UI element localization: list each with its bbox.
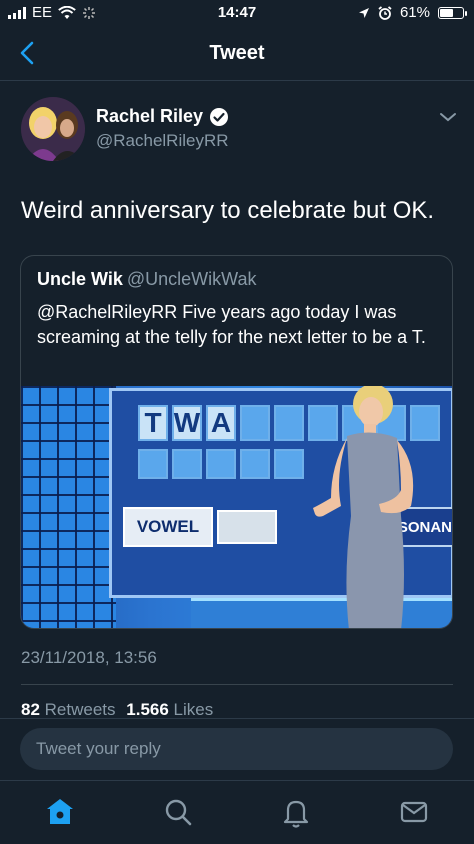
chevron-down-icon[interactable] [438, 110, 458, 124]
battery-percent: 61% [399, 4, 430, 21]
presenter-figure [313, 386, 414, 628]
battery-icon [438, 6, 467, 19]
empty-tile [172, 449, 202, 479]
quoted-tweet-image[interactable]: T W A VOWEL NSONANT [21, 386, 452, 628]
tweet-timestamp: 23/11/2018, 13:56 [21, 648, 157, 667]
retweets-label[interactable]: Retweets [45, 700, 116, 719]
nav-header: Tweet [0, 28, 474, 81]
author-name[interactable]: Rachel Riley [96, 106, 203, 127]
quoted-author-handle: @UncleWikWak [126, 269, 257, 289]
empty-tile [206, 449, 236, 479]
author-name-row[interactable]: Rachel Riley [96, 106, 229, 127]
vowel-sign: VOWEL [123, 507, 213, 547]
notifications-icon[interactable] [279, 795, 313, 829]
letter-tile: W [172, 405, 202, 441]
likes-count[interactable]: 1.566 [126, 700, 169, 719]
tab-bar [0, 780, 474, 844]
quoted-tweet-text: @RachelRileyRR Five years ago today I wa… [37, 302, 426, 347]
quoted-tweet[interactable]: Uncle Wik @UncleWikWak @RachelRileyRR Fiv… [20, 255, 453, 629]
likes-label[interactable]: Likes [174, 700, 214, 719]
location-icon [358, 7, 369, 18]
status-right: 61% [358, 4, 467, 21]
status-bar: EE 14:47 61% [0, 0, 474, 26]
letter-tile: A [206, 405, 236, 441]
alarm-icon [378, 5, 392, 20]
home-icon[interactable] [43, 795, 77, 829]
messages-icon[interactable] [397, 795, 431, 829]
letter-tile: T [138, 405, 168, 441]
author-handle[interactable]: @RachelRileyRR [96, 131, 229, 151]
verified-badge-icon [210, 107, 229, 126]
tweet-stats: 82 Retweets 1.566 Likes [21, 700, 213, 720]
empty-tile [138, 449, 168, 479]
quoted-author-name: Uncle Wik [37, 269, 123, 289]
quoted-author-row: Uncle Wik @UncleWikWak [37, 269, 257, 290]
tweet-text: Weird anniversary to celebrate but OK. [21, 197, 435, 224]
search-icon[interactable] [161, 795, 195, 829]
reply-input[interactable]: Tweet your reply [20, 728, 453, 770]
image-grid-wall [21, 386, 116, 628]
avatar[interactable] [21, 97, 85, 161]
retweets-count[interactable]: 82 [21, 700, 40, 719]
divider [21, 684, 453, 685]
page-title: Tweet [209, 42, 265, 64]
